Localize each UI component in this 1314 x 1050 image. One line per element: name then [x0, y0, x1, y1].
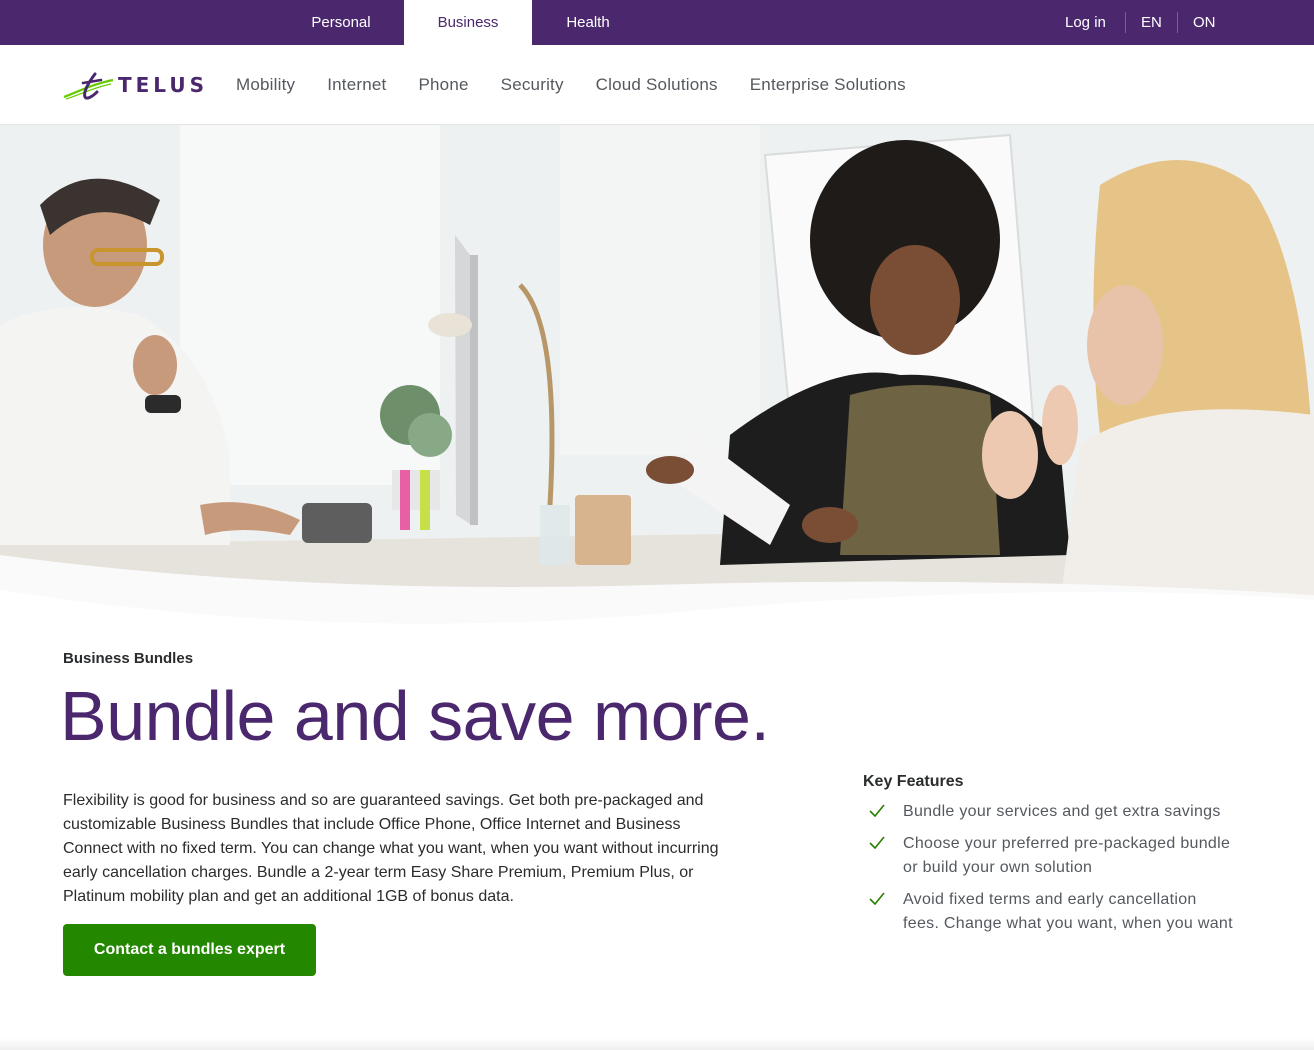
segment-business[interactable]: Business: [404, 0, 532, 45]
key-features-title: Key Features: [863, 773, 964, 790]
key-feature-text: Bundle your services and get extra savin…: [903, 803, 1221, 820]
page-headline: Bundle and save more.: [60, 677, 770, 755]
login-link[interactable]: Log in: [1065, 0, 1106, 45]
segment-personal[interactable]: Personal: [278, 0, 404, 45]
nav-item-enterprise-solutions[interactable]: Enterprise Solutions: [750, 75, 906, 95]
divider: [1177, 12, 1178, 33]
main-navigation: TELUS Mobility Internet Phone Security C…: [0, 45, 1314, 125]
key-features-list: Bundle your services and get extra savin…: [863, 800, 1233, 944]
telus-logo-mark-icon: [63, 72, 114, 100]
region-selector[interactable]: ON: [1193, 0, 1216, 45]
checkmark-icon: [869, 892, 885, 906]
section-eyebrow: Business Bundles: [63, 650, 194, 667]
nav-item-security[interactable]: Security: [501, 75, 564, 95]
top-utility-bar: Personal Business Health Log in EN ON: [0, 0, 1314, 45]
intro-paragraph: Flexibility is good for business and so …: [63, 792, 719, 905]
language-selector[interactable]: EN: [1141, 0, 1162, 45]
key-feature-item: Avoid fixed terms and early cancellation…: [863, 888, 1233, 936]
nav-item-internet[interactable]: Internet: [327, 75, 386, 95]
key-feature-item: Bundle your services and get extra savin…: [863, 800, 1233, 824]
nav-item-mobility[interactable]: Mobility: [236, 75, 295, 95]
office-meeting-photo: [0, 125, 1314, 625]
key-feature-text: Choose your preferred pre-packaged bundl…: [903, 835, 1231, 876]
key-feature-text: Avoid fixed terms and early cancellation…: [903, 891, 1233, 932]
segment-health[interactable]: Health: [532, 0, 644, 45]
nav-item-phone[interactable]: Phone: [418, 75, 468, 95]
hero-image: [0, 125, 1314, 625]
divider: [1125, 12, 1126, 33]
section-divider: [0, 1038, 1314, 1050]
logo-wordmark: TELUS: [118, 73, 208, 97]
telus-logo[interactable]: TELUS: [63, 72, 208, 102]
nav-item-cloud-solutions[interactable]: Cloud Solutions: [596, 75, 718, 95]
checkmark-icon: [869, 804, 885, 818]
nav-links: Mobility Internet Phone Security Cloud S…: [236, 45, 906, 125]
checkmark-icon: [869, 836, 885, 850]
key-feature-item: Choose your preferred pre-packaged bundl…: [863, 832, 1233, 880]
contact-bundles-expert-button[interactable]: Contact a bundles expert: [63, 924, 316, 976]
